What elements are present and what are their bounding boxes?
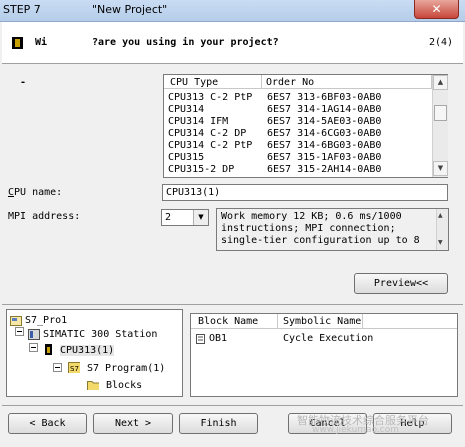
scroll-up-arrow-icon[interactable]: ▲ <box>433 75 448 90</box>
description-line: Work memory 12 KB; 0.6 ms/1000 <box>221 211 402 222</box>
tree-collapse-marker: - <box>20 77 27 88</box>
s7-logo-icon <box>12 37 23 49</box>
order-no-cell: 6ES7 315-2AH14-0AB0 <box>267 164 382 175</box>
cpu-type-cell: CPU314 C-2 PtP <box>168 140 253 151</box>
tree-node-project[interactable]: S7_Pro1 <box>25 315 67 326</box>
description-line: single-tier configuration up to 8 <box>221 235 420 246</box>
column-header-order-no[interactable]: Order No <box>266 77 314 88</box>
cpu-description-box: Work memory 12 KB; 0.6 ms/1000 instructi… <box>216 208 449 251</box>
cpu-list-row[interactable]: CPU313 C-2 PtP 6ES7 313-6BF03-0AB0 <box>164 92 432 103</box>
header-text-prefix: Wi <box>35 37 48 48</box>
window-title-doc: "New Project" <box>92 3 168 16</box>
close-icon: ✕ <box>431 2 442 16</box>
finish-button[interactable]: Finish <box>179 413 258 434</box>
cpu-type-list[interactable]: CPU Type Order No CPU313 C-2 PtP 6ES7 313… <box>163 74 448 178</box>
column-header-cpu-type[interactable]: CPU Type <box>170 77 218 88</box>
close-button[interactable]: ✕ <box>414 0 459 19</box>
collapse-icon[interactable] <box>15 327 27 339</box>
block-icon <box>196 334 205 344</box>
collapse-icon[interactable] <box>29 343 41 355</box>
next-button[interactable]: Next > <box>93 413 173 434</box>
footer-divider <box>2 405 463 406</box>
svg-text:S7: S7 <box>70 365 79 373</box>
cpu-name-label: CPU name: <box>8 187 63 198</box>
order-no-cell: 6ES7 314-6BG03-0AB0 <box>267 140 382 151</box>
wizard-header: Wi ?are you using in your project? 2(4) <box>2 22 463 64</box>
blocks-table[interactable]: Block Name Symbolic Name OB1 Cycle Execu… <box>190 313 458 397</box>
column-header-block-name[interactable]: Block Name <box>198 316 258 327</box>
title-bar: STEP 7 "New Project" ✕ <box>0 0 465 22</box>
header-question: ?are you using in your project? <box>92 37 279 48</box>
order-no-cell: 6ES7 315-1AF03-0AB0 <box>267 152 382 163</box>
cpu-list-row[interactable]: CPU314 6ES7 314-1AG14-0AB0 <box>164 104 432 115</box>
cpu-name-label-rest: PU name: <box>14 187 63 198</box>
project-icon <box>10 316 22 326</box>
cpu-list-row[interactable]: CPU315-2 DP 6ES7 315-2AH14-0AB0 <box>164 164 432 175</box>
mpi-address-value: 2 <box>165 212 172 223</box>
station-icon <box>28 329 40 340</box>
collapse-icon[interactable] <box>53 363 65 375</box>
cpu-name-input[interactable]: CPU313(1) <box>162 184 448 201</box>
folder-icon <box>87 381 99 390</box>
order-no-cell: 6ES7 314-6CG03-0AB0 <box>267 128 382 139</box>
window-title-app: STEP 7 <box>3 3 41 16</box>
order-no-cell: 6ES7 314-1AG14-0AB0 <box>267 104 382 115</box>
tree-node-blocks[interactable]: Blocks <box>106 380 142 391</box>
preview-button[interactable]: Preview<< <box>354 273 448 294</box>
cpu-type-cell: CPU315 <box>168 152 205 163</box>
table-row[interactable]: OB1 Cycle Execution <box>194 333 454 345</box>
project-tree[interactable]: S7_Pro1 SIMATIC 300 Station CPU313(1) S7… <box>6 309 183 397</box>
tree-node-station[interactable]: SIMATIC 300 Station <box>43 329 157 340</box>
block-name-cell: OB1 <box>209 333 228 344</box>
cpu-type-cell: CPU315-2 DP <box>168 164 235 175</box>
column-divider[interactable] <box>261 75 262 89</box>
scroll-down-arrow-icon[interactable]: ▼ <box>433 161 448 176</box>
description-scrollbar[interactable]: ▲ ▼ <box>436 209 448 250</box>
cpu-type-cell: CPU314 <box>168 104 205 115</box>
column-header-symbolic-name[interactable]: Symbolic Name <box>283 316 361 327</box>
cpu-list-row[interactable]: CPU314 IFM 6ES7 314-5AE03-0AB0 <box>164 116 432 127</box>
cpu-list-scrollbar[interactable]: ▲ ▼ <box>432 75 448 177</box>
mpi-address-select[interactable]: 2 ▼ <box>161 209 209 226</box>
cpu-list-row[interactable]: CPU314 C-2 PtP 6ES7 314-6BG03-0AB0 <box>164 140 432 151</box>
cpu-icon <box>45 344 52 355</box>
cpu-list-row[interactable]: CPU315 6ES7 315-1AF03-0AB0 <box>164 152 432 163</box>
tree-node-cpu[interactable]: CPU313(1) <box>60 345 115 356</box>
step-indicator: 2(4) <box>429 37 454 48</box>
scroll-up-arrow-icon[interactable]: ▲ <box>438 210 443 222</box>
mpi-address-label: MPI address: <box>8 211 81 222</box>
back-button[interactable]: < Back <box>8 413 87 434</box>
description-line: instructions; MPI connection; <box>221 223 396 234</box>
cpu-type-cell: CPU314 IFM <box>168 116 229 127</box>
tree-node-program[interactable]: S7 Program(1) <box>87 363 165 374</box>
order-no-cell: 6ES7 313-6BF03-0AB0 <box>267 92 382 103</box>
s7-program-icon: S7 <box>68 362 80 373</box>
column-divider[interactable] <box>362 314 363 329</box>
symbolic-name-cell: Cycle Execution <box>283 333 374 344</box>
blocks-table-header: Block Name Symbolic Name <box>191 314 457 329</box>
order-no-cell: 6ES7 314-5AE03-0AB0 <box>267 116 382 127</box>
cpu-type-cell: CPU314 C-2 DP <box>168 128 247 139</box>
scrollbar-thumb[interactable] <box>434 105 447 121</box>
watermark-url: www.jiekumao.com <box>312 425 400 435</box>
cpu-list-row[interactable]: CPU314 C-2 DP 6ES7 314-6CG03-0AB0 <box>164 128 432 139</box>
scroll-down-arrow-icon[interactable]: ▼ <box>438 237 443 249</box>
cpu-name-value: CPU313(1) <box>166 187 221 198</box>
column-divider[interactable] <box>277 314 278 329</box>
cpu-list-header: CPU Type Order No <box>164 75 432 89</box>
chevron-down-icon[interactable]: ▼ <box>193 210 208 225</box>
cpu-type-cell: CPU313 C-2 PtP <box>168 92 253 103</box>
